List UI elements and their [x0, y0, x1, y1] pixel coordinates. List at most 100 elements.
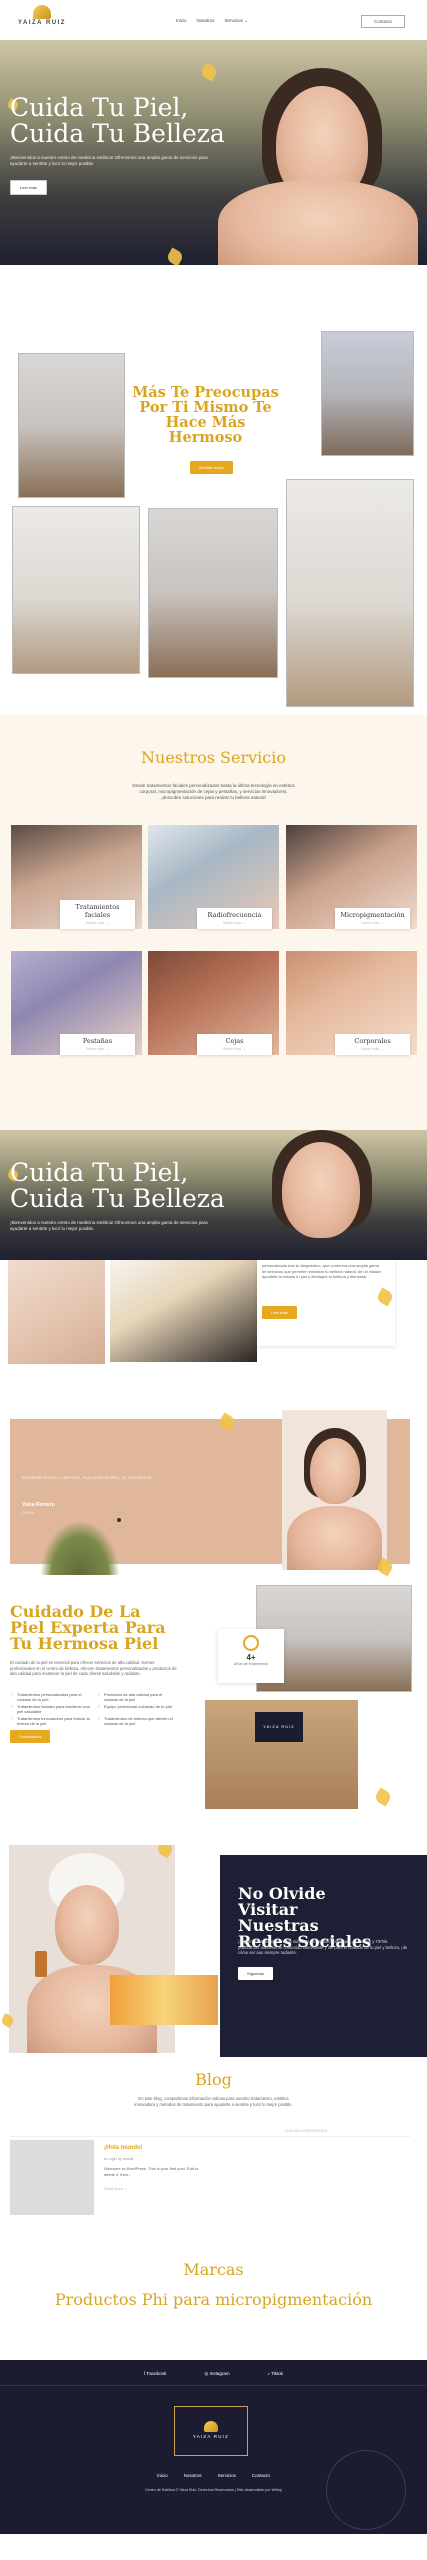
service-more-link[interactable]: Saber más →: [65, 1047, 130, 1051]
feature-item: Tratamientos faciales para mantener una …: [10, 1704, 90, 1714]
hero-read-more-button[interactable]: Leer más: [10, 180, 47, 195]
service-label-box: Pestañas Saber más →: [60, 1034, 135, 1055]
post-comments-meta: AÚN SIN COMENTARIOS: [284, 2129, 327, 2133]
hero-title: Cuida Tu Piel, Cuida Tu Belleza: [10, 95, 230, 147]
nav-item-servicios[interactable]: Servicios ⌄: [225, 18, 248, 24]
testimonial-section: Excelente servicio y atención, muy profe…: [0, 1410, 427, 1585]
footer-nav-contacto[interactable]: Contacto: [252, 2473, 270, 2478]
services-title: Nuestros Servicio: [141, 748, 286, 767]
service-card-pestanas[interactable]: Pestañas Saber más →: [11, 951, 142, 1055]
brands-section: Marcas Productos Phi para micropigmentac…: [0, 2230, 427, 2360]
leaf-decoration-icon: [165, 247, 185, 265]
service-more-link[interactable]: Saber más →: [65, 921, 130, 925]
reception-logo-sign: YAIZA RUIZ: [255, 1712, 303, 1742]
contact-us-button[interactable]: Contáctanos: [10, 1730, 51, 1743]
service-card-faciales[interactable]: Tratamientos faciales Saber más →: [11, 825, 142, 929]
service-title: Radiofrecuencia: [207, 911, 262, 919]
service-more-link[interactable]: Saber más →: [202, 1047, 267, 1051]
specialist-photo: [110, 1260, 257, 1362]
nav-item-inicio[interactable]: Inicio: [176, 18, 187, 24]
service-title: Corporales: [354, 1037, 391, 1045]
slider-dot[interactable]: [117, 1518, 121, 1522]
instagram-label: Instagram: [209, 2371, 230, 2376]
leaf-decoration-icon: [373, 1787, 393, 1807]
leaf-decoration-icon: [199, 62, 219, 82]
hero-model-shoulders: [218, 180, 418, 265]
brands-title: Marcas: [183, 2260, 244, 2279]
service-title: Cejas: [225, 1037, 244, 1045]
footer-facebook-link[interactable]: f Facebook: [144, 2371, 166, 2377]
clinic-photo: [18, 353, 125, 498]
main-nav: Inicio Nosotros Servicios ⌄: [176, 18, 248, 24]
service-title: Tratamientos faciales: [75, 903, 120, 919]
gallery-section: Más Te Preocupas Por Ti Mismo Te Hace Má…: [0, 265, 427, 715]
site-header: YAIZA RUIZ Inicio Nosotros Servicios ⌄ C…: [0, 0, 427, 40]
post-title[interactable]: ¡Hola mundo!: [104, 2145, 143, 2151]
footer-tiktok-link[interactable]: ♪ Tiktok: [268, 2371, 283, 2377]
experience-label: Años de experiencia: [233, 1662, 269, 1666]
sentirte-mejor-button[interactable]: Sentirte mejor: [190, 461, 233, 474]
service-card-micropigmentacion[interactable]: Micropigmentación Saber más →: [286, 825, 417, 929]
clinic-photo: [321, 331, 414, 456]
service-more-link[interactable]: Saber más →: [340, 1047, 405, 1051]
hero-title-line1: Cuida Tu Piel,: [10, 93, 189, 122]
post-read-more-link[interactable]: Read More →: [104, 2187, 128, 2191]
preocupas-title: Más Te Preocupas Por Ti Mismo Te Hace Má…: [132, 384, 279, 446]
model-face: [310, 1438, 360, 1504]
model-face: [55, 1885, 119, 1965]
post-meta: ● Login by anulat: [104, 2157, 133, 2161]
footer-legal: Centro de Estética © Yaiza Ruiz. Derecho…: [145, 2488, 282, 2492]
experience-badge: 4+ Años de experiencia: [218, 1629, 284, 1683]
site-footer: f Facebook ◎ Instagram ♪ Tiktok YAIZA RU…: [0, 2360, 427, 2534]
service-card-cejas[interactable]: Cejas Saber más →: [148, 951, 279, 1055]
hands-photo: [8, 1260, 105, 1364]
feature-item: Tratamientos de belleza que afecten el c…: [97, 1716, 177, 1726]
hero-model-face: [282, 1142, 360, 1238]
logo-text: YAIZA RUIZ: [18, 20, 66, 26]
hero2-text: ¡Bienvenidos a nuestro centro de medicin…: [10, 1220, 208, 1231]
experience-number: 4+: [246, 1653, 256, 1662]
service-more-link[interactable]: Saber más →: [340, 921, 405, 925]
services-section: Nuestros Servicio Desde tratamientos fac…: [0, 715, 427, 1130]
service-more-link[interactable]: Saber más →: [202, 921, 267, 925]
testimonial-quote: Excelente servicio y atención, muy profe…: [22, 1475, 153, 1480]
model-shoulders: [287, 1506, 382, 1570]
footer-nav-nosotros[interactable]: Nosotros: [184, 2473, 202, 2478]
service-card-corporales[interactable]: Corporales Saber más →: [286, 951, 417, 1055]
logo-mark-icon: [204, 2421, 218, 2432]
expert-care-section: Cuidado De La Piel Experta Para Tu Hermo…: [0, 1585, 427, 1845]
hero2-title: Cuida Tu Piel, Cuida Tu Belleza: [10, 1160, 230, 1212]
blog-section: Blog En este blog, compartimos informaci…: [0, 2065, 427, 2230]
hero-text: ¡Bienvenidos a nuestro centro de medicin…: [10, 155, 208, 166]
social-text: ¡Síguenos en nuestras redes sociales! En…: [238, 1939, 408, 1955]
divider: [10, 2136, 410, 2137]
footer-nav-servicios[interactable]: Servicios: [218, 2473, 236, 2478]
footer-nav-inicio[interactable]: Inicio: [157, 2473, 168, 2478]
feature-item: Tratamientos personalizados para el cuid…: [10, 1692, 90, 1702]
hero-title-line2: Cuida Tu Belleza: [10, 119, 225, 148]
contact-button[interactable]: Contacto: [360, 15, 405, 28]
clinic-photo: [286, 479, 414, 707]
footer-instagram-link[interactable]: ◎ Instagram: [204, 2371, 229, 2377]
blog-title: Blog: [195, 2070, 232, 2089]
feature-item: Equipo profesional cuidando de tu piel: [97, 1704, 177, 1709]
facebook-label: Facebook: [146, 2371, 167, 2376]
blog-intro: En este blog, compartimos información va…: [134, 2096, 293, 2107]
testimonial-author: Yaiza Romero: [22, 1502, 55, 1508]
footer-logo[interactable]: YAIZA RUIZ: [174, 2406, 248, 2456]
logo-mark-icon: [33, 5, 51, 19]
service-label-box: Cejas Saber más →: [197, 1034, 272, 1055]
post-thumbnail[interactable]: [10, 2140, 94, 2215]
about-read-more-button[interactable]: Leer más: [262, 1306, 297, 1319]
nav-item-nosotros[interactable]: Nosotros: [197, 18, 215, 24]
post-excerpt: Welcome to WordPress. This is your first…: [104, 2166, 199, 2177]
site-logo[interactable]: YAIZA RUIZ: [12, 5, 72, 26]
service-card-radiofrecuencia[interactable]: Radiofrecuencia Saber más →: [148, 825, 279, 929]
chevron-down-icon: ⌄: [244, 18, 248, 23]
services-intro: Desde tratamientos faciales personalizad…: [132, 783, 295, 800]
clinic-photo: [148, 508, 278, 678]
testimonial-role: Cliente: [22, 1510, 35, 1515]
testimonial-model-photo: [282, 1410, 387, 1570]
award-icon: [243, 1635, 259, 1651]
follow-us-button[interactable]: Síguenos: [238, 1967, 273, 1980]
